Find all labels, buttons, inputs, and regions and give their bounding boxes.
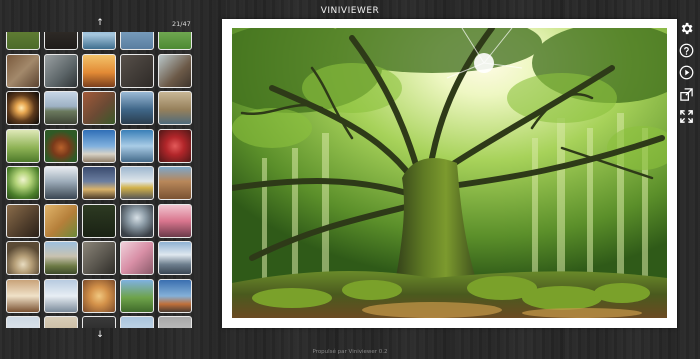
thumb-beige[interactable] [44,316,78,328]
play-icon-glyph [679,65,693,80]
thumb-machinery[interactable] [44,53,78,88]
thumb-trucks[interactable] [120,166,154,200]
thumb-broken-car[interactable] [6,203,40,238]
thumbnail-grid [6,32,192,328]
toolbar [676,20,696,125]
thumb-green-hills[interactable] [120,278,154,313]
help-icon[interactable] [678,42,695,59]
thumb-dark-forest[interactable] [82,203,116,238]
thumb-gray-bottom[interactable] [158,316,192,328]
help-icon-glyph [679,43,693,58]
thumb-sunset-sky[interactable] [82,53,116,88]
thumb-harbor[interactable] [158,278,192,313]
thumb-shell[interactable] [82,278,116,313]
thumb-dark-bottom[interactable] [82,316,116,328]
image-counter: 21/47 [172,20,191,28]
thumb-castle[interactable] [44,241,78,275]
thumb-grass-field[interactable] [6,32,40,50]
fullscreen-icon[interactable] [678,108,695,125]
thumb-seashore[interactable] [158,91,192,125]
thumb-book[interactable] [6,278,40,313]
thumb-canyon[interactable] [158,166,192,200]
arrow-up-icon[interactable]: ↑ [94,17,106,29]
thumb-waterfall[interactable] [158,53,192,88]
thumb-sky-bottom[interactable] [120,316,154,328]
fullscreen-icon-glyph [679,110,693,123]
thumbnail-strip[interactable] [6,32,196,328]
thumb-tree-rock[interactable] [82,91,116,125]
open-external-icon-glyph [679,88,693,101]
play-slideshow-icon[interactable] [678,64,695,81]
thumb-city-blue[interactable] [120,32,154,50]
thumb-dark-hall[interactable] [44,32,78,50]
thumb-mountains[interactable] [158,241,192,275]
thumb-old-tv[interactable] [82,241,116,275]
thumb-night-city[interactable] [82,166,116,200]
thumb-ruins[interactable] [6,53,40,88]
thumb-road[interactable] [44,91,78,125]
app-title: VINIVIEWER [320,6,380,16]
thumb-light-rays[interactable] [44,166,78,200]
thumb-pier-sea[interactable] [82,32,116,50]
thumb-green-field[interactable] [158,32,192,50]
thumb-dark-rocks[interactable] [120,53,154,88]
thumb-snow-village[interactable] [44,278,78,313]
thumb-pink-train[interactable] [158,203,192,238]
settings-gear-icon[interactable] [678,20,695,37]
thumb-wheat[interactable] [44,203,78,238]
footer-credit: Propulsé par Viniviewer 0.2 [312,349,388,355]
thumb-sky-horizon[interactable] [6,316,40,328]
thumb-palm-tree[interactable] [6,166,40,200]
open-external-icon[interactable] [678,86,695,103]
arrow-down-icon[interactable]: ↓ [94,329,106,341]
thumb-fog-lake[interactable] [120,203,154,238]
thumb-light-bulb[interactable] [6,91,40,125]
thumb-red-heart[interactable] [158,128,192,163]
main-photo-frame [222,19,677,328]
thumb-blossom[interactable] [120,241,154,275]
thumb-cave[interactable] [6,241,40,275]
thumb-green-landscape[interactable] [6,128,40,163]
tree-illustration [232,28,667,318]
thumb-sea-rocks[interactable] [120,91,154,125]
thumb-pier-blue[interactable] [82,128,116,163]
settings-gear-icon-glyph [681,22,692,35]
thumb-red-panda[interactable] [44,128,78,163]
thumb-blue-lake[interactable] [120,128,154,163]
main-photo-mossy-tree[interactable] [232,28,667,318]
